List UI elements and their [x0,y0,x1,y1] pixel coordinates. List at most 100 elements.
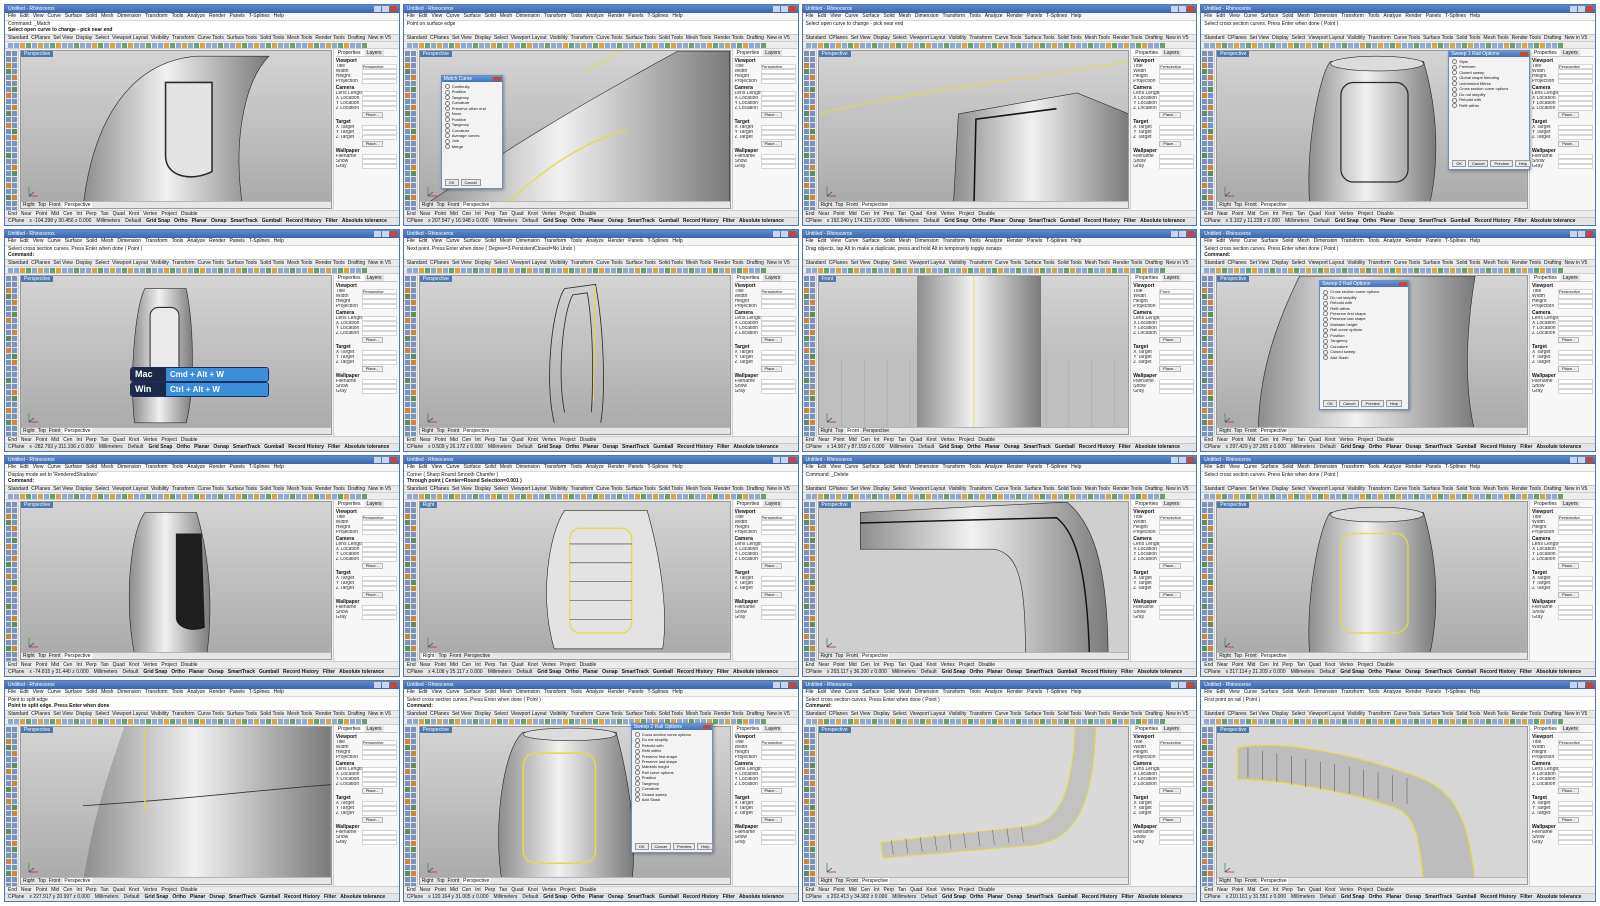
panel-tab[interactable]: Layers [1560,725,1580,732]
tool-icon[interactable] [979,493,985,499]
tool-icon[interactable] [803,342,809,348]
close-icon[interactable] [1586,681,1593,688]
tool-icon[interactable] [841,43,847,48]
tool-icon[interactable] [574,268,580,274]
tool-icon[interactable] [1414,493,1420,499]
tool-icon[interactable] [410,330,416,336]
tool-icon[interactable] [404,342,410,348]
tool-icon[interactable] [404,561,410,567]
tool-icon[interactable] [218,43,223,48]
tool-icon[interactable] [718,493,724,499]
tool-icon[interactable] [6,117,11,122]
layer-label[interactable]: Default [123,669,139,675]
window-controls[interactable] [772,456,796,463]
tool-icon[interactable] [410,507,416,513]
tool-icon[interactable] [362,493,367,499]
dialog-option[interactable]: Add Slash [635,797,709,802]
toolbar-tab[interactable]: Surface Tools [1423,35,1453,41]
tool-icon[interactable] [12,81,17,86]
tool-icon[interactable] [140,268,145,274]
tool-icon[interactable] [410,372,416,378]
tool-icon[interactable] [730,493,736,499]
tool-icon[interactable] [104,493,109,499]
tool-icon[interactable] [1294,493,1300,499]
minimize-icon[interactable] [373,681,381,688]
tool-icon[interactable] [865,268,871,274]
toolbar-tab[interactable]: Visibility [550,486,568,492]
menu-item[interactable]: Curve [1244,689,1257,695]
toolbar-tab[interactable]: Display [475,260,491,266]
menu-item[interactable]: Analyze [1384,13,1402,19]
tool-icon[interactable] [809,384,815,390]
toolbar-tab[interactable]: Drafting [1145,260,1163,266]
menu-item[interactable]: Mesh [899,238,911,244]
menu-item[interactable]: View [33,464,44,470]
minimize-icon[interactable] [772,681,780,688]
status-toggle[interactable]: Grid Snap [1340,669,1364,675]
tool-icon[interactable] [404,645,410,651]
tool-icon[interactable] [410,195,416,200]
tool-icon[interactable] [12,816,17,822]
tool-icon[interactable] [1456,268,1462,274]
place-button[interactable]: Place... [760,337,782,344]
menu-item[interactable]: Tools [172,689,184,695]
tool-icon[interactable] [1051,718,1057,724]
units-label[interactable]: Millimeters [895,218,919,224]
tool-icon[interactable] [12,129,17,134]
tool-icon[interactable] [568,718,574,724]
tool-icon[interactable] [1129,268,1135,274]
tool-icon[interactable] [404,390,410,396]
tool-icon[interactable] [502,268,508,274]
property-value[interactable] [361,331,397,337]
tool-icon[interactable] [404,603,410,609]
tool-icon[interactable] [1009,493,1015,499]
toolbar-tab[interactable]: Standard [806,486,826,492]
tool-icon[interactable] [1396,268,1402,274]
tool-icon[interactable] [1063,268,1069,274]
tool-icon[interactable] [1202,141,1208,146]
toolbar-tab[interactable]: Visibility [948,260,966,266]
tool-icon[interactable] [6,336,11,342]
menu-item[interactable]: Help [1071,238,1081,244]
tool-icon[interactable] [6,177,11,182]
tool-icon[interactable] [466,268,472,274]
status-toggle[interactable]: Gumball [1456,669,1476,675]
tool-icon[interactable] [278,268,283,274]
tool-icon[interactable] [835,268,841,274]
tool-icon[interactable] [1444,718,1450,724]
tool-icon[interactable] [20,43,25,48]
tool-icon[interactable] [809,306,815,312]
tool-icon[interactable] [1208,135,1214,140]
menu-item[interactable]: Transform [1341,464,1364,470]
tool-icon[interactable] [410,129,416,134]
tool-icon[interactable] [12,366,17,372]
tool-icon[interactable] [1246,43,1252,48]
tool-icon[interactable] [1208,633,1214,639]
toolbar-tab[interactable]: Set View [53,260,73,266]
place-button[interactable]: Place... [1159,591,1181,598]
tool-icon[interactable] [170,268,175,274]
window-controls[interactable] [373,6,397,12]
tool-icon[interactable] [1117,268,1123,274]
tool-icon[interactable] [122,718,127,724]
panel-tab[interactable]: Layers [763,50,783,56]
tool-icon[interactable] [50,718,55,724]
tool-icon[interactable] [38,718,43,724]
tool-icon[interactable] [913,493,919,499]
menu-item[interactable]: Surface [1261,464,1278,470]
command-prompt[interactable]: Through point ( Center=Round Selection=0… [407,478,795,484]
tool-icon[interactable] [895,268,901,274]
tool-icon[interactable] [961,43,967,48]
toolbar-tab[interactable]: Drafting [1544,260,1562,266]
toolbar-tab[interactable]: Surface Tools [1024,486,1054,492]
tool-icon[interactable] [1202,147,1208,152]
toolbar-tab[interactable]: Drafting [1544,711,1562,717]
tool-icon[interactable] [1081,718,1087,724]
tool-icon[interactable] [12,780,17,786]
tool-icon[interactable] [1027,718,1033,724]
tool-icon[interactable] [1208,780,1214,786]
status-toggle[interactable]: Filter [1119,444,1131,450]
tool-icon[interactable] [326,268,331,274]
tool-icon[interactable] [158,718,163,724]
tool-icon[interactable] [404,864,410,870]
